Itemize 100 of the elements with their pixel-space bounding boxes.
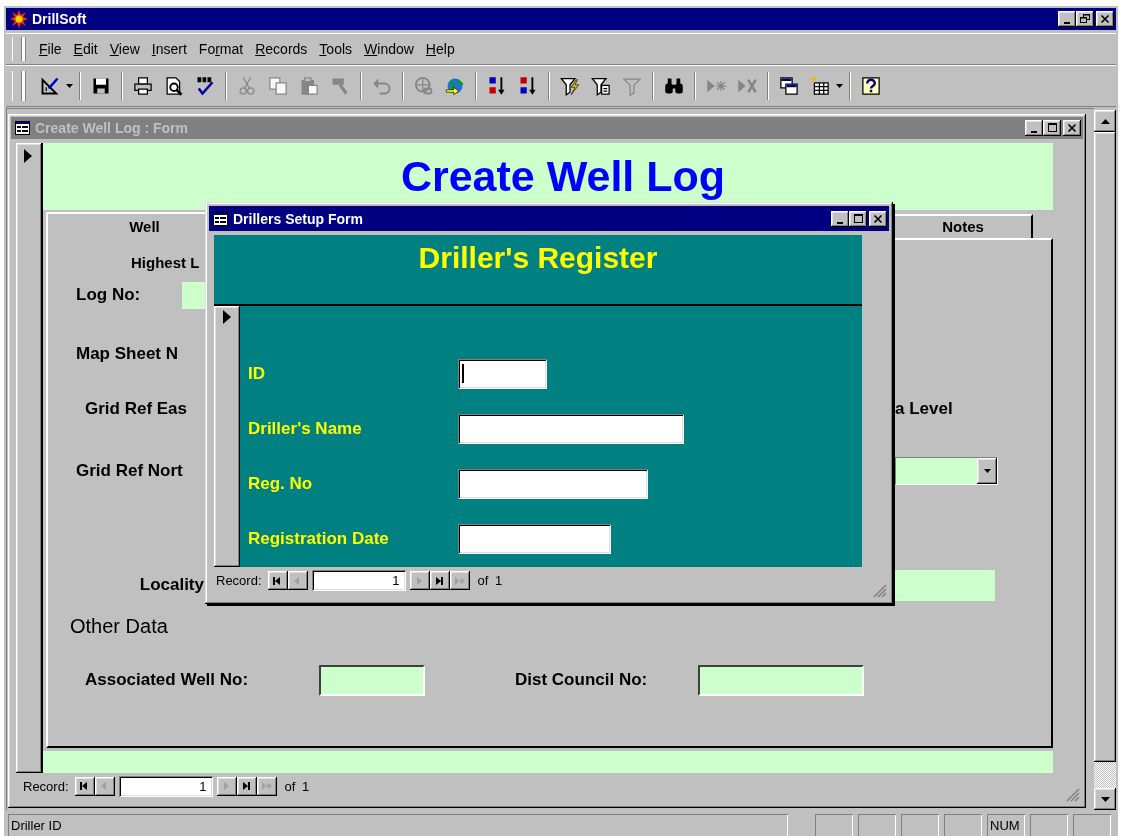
status-panel <box>1073 814 1111 836</box>
spell-check-icon <box>195 76 215 96</box>
field-label: Reg. No <box>247 474 314 494</box>
record-label: Record: <box>23 778 69 794</box>
field-label: Grid Ref Eas <box>84 398 189 419</box>
close-icon <box>872 212 884 225</box>
form-icon <box>213 211 228 226</box>
down-arrow-icon <box>1100 796 1110 802</box>
field-label: ID <box>247 364 266 384</box>
record-number-field[interactable]: 1 <box>118 775 213 797</box>
caret-icon <box>65 84 73 88</box>
last-record-icon <box>433 575 446 586</box>
last-record-button[interactable] <box>236 776 257 796</box>
close-button[interactable] <box>1063 120 1081 136</box>
record-count: of 1 <box>284 778 310 794</box>
up-arrow-icon <box>1100 118 1110 124</box>
record-number-field[interactable]: 1 <box>311 570 406 591</box>
menu-item[interactable]: Records <box>250 38 313 60</box>
binoculars-icon <box>664 76 684 96</box>
menu-item[interactable]: Insert <box>146 38 192 60</box>
sort-descending-icon <box>518 76 538 96</box>
menu-item[interactable]: Help <box>420 38 460 60</box>
status-panel <box>815 814 853 836</box>
field-label: Locality <box>138 575 204 596</box>
close-icon <box>1099 13 1111 25</box>
close-icon <box>1066 122 1078 134</box>
section-heading: Other Data <box>70 614 169 639</box>
page-magnifier-icon <box>164 76 184 96</box>
restore-button[interactable] <box>1076 11 1094 27</box>
resize-grip-icon <box>1066 788 1080 802</box>
first-record-button[interactable] <box>267 571 288 590</box>
delete-record-icon <box>737 76 757 96</box>
section-caption: Highest L <box>130 254 201 272</box>
maximize-button[interactable] <box>849 210 867 227</box>
app-title: DrillSoft <box>32 11 87 27</box>
scissors-icon <box>237 76 257 96</box>
close-button[interactable] <box>869 210 887 227</box>
field-label: Grid Ref Nort <box>75 460 184 481</box>
first-record-button[interactable] <box>74 776 95 796</box>
field-label: a Level <box>895 398 954 419</box>
globe-link-icon <box>414 76 434 96</box>
minimize-button[interactable] <box>1025 120 1043 136</box>
maximize-icon <box>1046 122 1058 134</box>
filter-lightning-icon <box>560 76 580 96</box>
input-field[interactable] <box>458 414 684 444</box>
input-field[interactable] <box>698 664 864 696</box>
input-field[interactable] <box>319 664 425 696</box>
form-heading: Create Well Log <box>400 155 726 198</box>
field-label: Associated Well No: <box>85 670 250 691</box>
record-pointer-icon <box>223 310 231 324</box>
form-heading: Driller's Register <box>418 241 658 276</box>
paintbrush-icon <box>330 76 350 96</box>
field-label: Registration Date <box>247 529 390 549</box>
resize-grip-icon <box>873 584 887 598</box>
record-pointer-icon <box>24 149 32 163</box>
new-record-icon <box>260 781 273 791</box>
record-label: Record: <box>216 573 262 588</box>
filter-icon <box>622 76 642 96</box>
field-label: Log No: <box>76 285 142 306</box>
minimize-icon <box>837 221 843 224</box>
printer-icon <box>133 76 153 96</box>
minimize-button[interactable] <box>1058 11 1076 27</box>
scroll-thumb[interactable] <box>1094 132 1116 762</box>
close-button[interactable] <box>1096 11 1114 27</box>
menu-item[interactable]: File <box>34 38 67 60</box>
help-icon <box>861 76 881 96</box>
new-record-icon <box>453 575 466 586</box>
minimize-icon <box>1064 22 1070 24</box>
scroll-down-button[interactable] <box>1094 788 1116 810</box>
last-record-icon <box>240 781 253 791</box>
menu-item[interactable]: Edit <box>68 38 103 60</box>
status-panel <box>944 814 982 836</box>
minimize-icon <box>1031 131 1037 133</box>
tab[interactable]: Notes <box>893 213 1033 238</box>
menu-item[interactable]: Tools <box>314 38 358 60</box>
minimize-button[interactable] <box>831 210 849 227</box>
menu-item[interactable]: View <box>104 38 145 60</box>
status-text: Driller ID <box>8 814 788 836</box>
menu-item[interactable]: Format <box>193 38 249 60</box>
copy-icon <box>268 76 288 96</box>
form-icon <box>15 121 30 135</box>
scroll-up-button[interactable] <box>1094 110 1116 132</box>
caret-icon <box>835 84 843 88</box>
status-panel <box>858 814 896 836</box>
status-panel <box>1030 814 1068 836</box>
maximize-button[interactable] <box>1043 120 1061 136</box>
field-label: Map Sheet N <box>75 343 180 364</box>
input-field[interactable] <box>458 359 547 389</box>
windows-icon <box>779 76 799 96</box>
globe-arrow-icon <box>445 76 465 96</box>
undo-icon <box>372 76 392 96</box>
status-indicator: NUM <box>987 814 1025 836</box>
sort-ascending-icon <box>487 76 507 96</box>
clipboard-icon <box>299 76 319 96</box>
combo-box[interactable] <box>895 456 998 485</box>
input-field[interactable] <box>458 524 611 554</box>
field-label: Dist Council No: <box>515 670 649 691</box>
input-field[interactable] <box>895 569 995 601</box>
input-field[interactable] <box>458 469 648 499</box>
menu-item[interactable]: Window <box>359 38 419 60</box>
